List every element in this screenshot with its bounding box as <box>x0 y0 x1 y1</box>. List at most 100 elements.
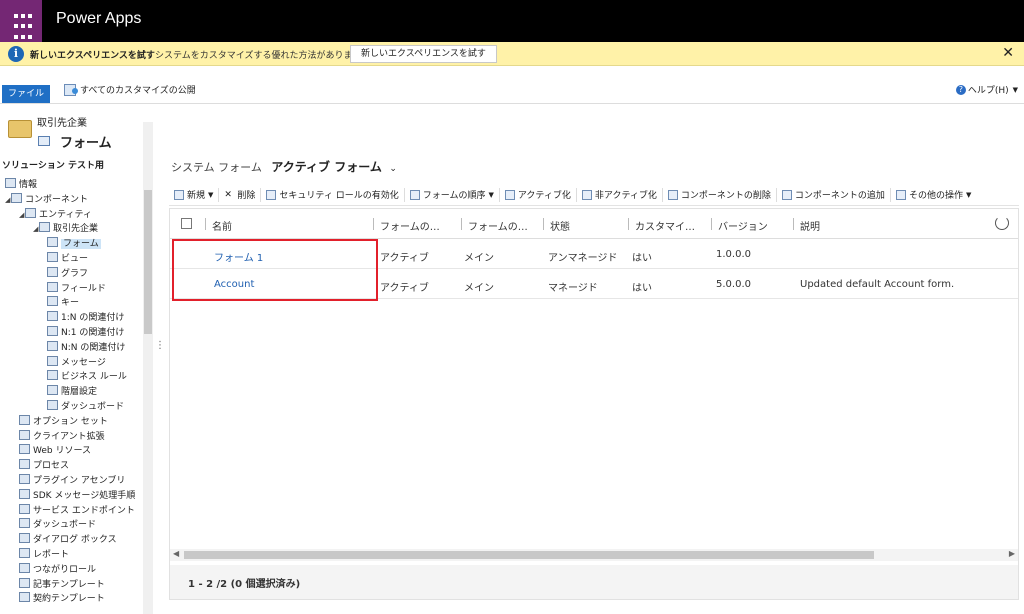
cell-form-type: アクティブ <box>380 253 429 264</box>
tree-item-icon <box>47 311 58 322</box>
scroll-left-icon[interactable]: ◀ <box>173 549 179 558</box>
column-header-version[interactable]: バージョン <box>718 218 768 233</box>
tree-item[interactable]: フィールド <box>0 281 142 297</box>
select-all-checkbox[interactable] <box>181 218 192 229</box>
tree-item-label: フィールド <box>61 283 106 294</box>
column-header-form-kind[interactable]: フォームの… <box>468 218 528 233</box>
tree-item-label: キー <box>61 298 80 309</box>
tree-item-label: 階層設定 <box>61 387 98 398</box>
enable-security-roles-button[interactable]: セキュリティ ロールの有効化 <box>261 187 405 202</box>
tree-item-label: プラグイン アセンブリ <box>33 475 126 486</box>
column-separator[interactable] <box>543 218 544 230</box>
column-separator[interactable] <box>628 218 629 230</box>
delete-button[interactable]: ✕ 削除 <box>219 187 262 202</box>
tree-item[interactable]: 階層設定 <box>0 385 142 400</box>
tree-item[interactable]: ビュー <box>0 251 142 267</box>
column-separator[interactable] <box>793 218 794 230</box>
tree-item[interactable]: ◢ エンティティ <box>0 207 142 223</box>
horizontal-scrollbar-thumb[interactable] <box>184 551 874 559</box>
column-separator[interactable] <box>461 218 462 230</box>
waffle-menu-icon[interactable] <box>0 0 42 42</box>
tree-item-icon <box>19 547 30 558</box>
tree-item[interactable]: ◢ コンポーネント <box>0 192 142 208</box>
tree-item-icon <box>47 370 58 381</box>
more-actions-button[interactable]: その他の操作 ▼ <box>891 188 976 202</box>
column-header-state[interactable]: 状態 <box>550 218 570 233</box>
new-button[interactable]: 新規 ▼ <box>169 187 220 202</box>
tree-item-icon <box>47 296 58 307</box>
tree-item[interactable]: メッセージ <box>0 355 142 371</box>
tree-item[interactable]: ビジネス ルール <box>0 370 142 385</box>
tree-item-label: ビジネス ルール <box>61 372 127 383</box>
form-order-button[interactable]: フォームの順序 ▼ <box>405 187 500 202</box>
tree-item[interactable]: ◢ 取引先企業 <box>0 222 142 237</box>
activate-button[interactable]: アクティブ化 <box>500 187 577 202</box>
main-content: システム フォーム アクティブ フォーム ⌄ 新規 ▼ ✕ 削除 セキュリティ ロールの… <box>165 104 1019 614</box>
activate-icon <box>504 189 515 200</box>
more-actions-icon <box>895 189 906 200</box>
forms-grid: 名前 フォームの… フォームの… 状態 カスタマイ… バージョン 説明 フォーム 1 アクティ… <box>169 208 1019 600</box>
column-header-name[interactable]: 名前 <box>212 218 232 233</box>
tree-item-icon <box>19 503 30 514</box>
column-header-description[interactable]: 説明 <box>800 218 820 233</box>
column-header-form-type[interactable]: フォームの… <box>380 218 440 233</box>
add-component-button[interactable]: コンポーネントの追加 <box>777 187 891 202</box>
column-header-customizable[interactable]: カスタマイ… <box>635 218 695 233</box>
tree-item[interactable]: オプション セット <box>0 414 142 430</box>
cell-description: Updated default Account form. <box>800 279 955 290</box>
tree-item[interactable]: N:N の関連付け <box>0 340 142 356</box>
tree-item[interactable]: ダッシュボード <box>0 399 142 415</box>
column-separator[interactable] <box>711 218 712 230</box>
tree-item[interactable]: フォーム <box>0 237 142 252</box>
publish-label: すべてのカスタマイズの公開 <box>80 86 196 96</box>
tree-item-label: 取引先企業 <box>53 224 99 235</box>
tree-item[interactable]: Web リソース <box>0 444 142 459</box>
try-new-experience-button[interactable]: 新しいエクスペリエンスを試す <box>350 45 497 63</box>
tree-item-label: プロセス <box>33 461 70 472</box>
tree-item[interactable]: クライアント拡張 <box>0 429 142 445</box>
highlight-box <box>172 239 378 301</box>
tree-item-label: N:1 の関連付け <box>61 327 125 338</box>
form-order-icon <box>409 189 420 200</box>
tree-item[interactable]: 契約テンプレート <box>0 592 142 607</box>
column-separator[interactable] <box>205 218 206 230</box>
tree-item[interactable]: 情報 <box>0 178 142 193</box>
publish-all-button[interactable]: すべてのカスタマイズの公開 <box>64 83 196 96</box>
tree-item[interactable]: ダッシュボード <box>0 518 142 533</box>
notice-text: システムをカスタマイズする優れた方法があります <box>155 51 362 61</box>
nav-scrollbar[interactable] <box>143 122 153 614</box>
tree-item-icon <box>47 355 58 366</box>
active-view-label: アクティブ フォーム <box>271 160 382 174</box>
tree-item[interactable]: 記事テンプレート <box>0 577 142 593</box>
component-tree: 情報 ◢ コンポーネント ◢ エンティティ ◢ 取引先企業 フォーム ビュー グラフ フィールドキー… <box>0 178 142 607</box>
tree-item-label: 記事テンプレート <box>33 579 105 590</box>
tree-item[interactable]: サービス エンドポイント <box>0 503 142 519</box>
horizontal-scrollbar[interactable]: ◀ ▶ <box>170 549 1018 561</box>
file-tab[interactable]: ファイル <box>2 85 50 103</box>
pane-splitter[interactable]: ⋮ <box>155 340 165 351</box>
view-selector[interactable]: システム フォーム アクティブ フォーム ⌄ <box>171 158 397 175</box>
tree-item[interactable]: キー <box>0 296 142 311</box>
close-icon[interactable]: ✕ <box>1002 45 1014 61</box>
tree-item[interactable]: N:1 の関連付け <box>0 325 142 341</box>
tree-item[interactable]: レポート <box>0 547 142 563</box>
tree-item[interactable]: 1:N の関連付け <box>0 311 142 326</box>
tree-item[interactable]: つながりロール <box>0 562 142 578</box>
deactivate-button[interactable]: 非アクティブ化 <box>577 187 663 202</box>
ribbon: ファイル すべてのカスタマイズの公開 ? ヘルプ(H) ▼ <box>0 66 1024 104</box>
tree-item[interactable]: プラグイン アセンブリ <box>0 473 142 489</box>
column-separator[interactable] <box>373 218 374 230</box>
scroll-right-icon[interactable]: ▶ <box>1009 549 1015 558</box>
left-navigation: 取引先企業 フォーム ソリューション テスト用 情報 ◢ コンポーネント ◢ エンティテ… <box>0 104 155 614</box>
tree-item[interactable]: ダイアログ ボックス <box>0 533 142 548</box>
tree-item-label: つながりロール <box>33 564 97 575</box>
form-icon <box>38 136 50 146</box>
nav-scrollbar-thumb[interactable] <box>144 190 152 334</box>
app-header: Power Apps <box>0 0 1024 42</box>
tree-item[interactable]: プロセス <box>0 459 142 474</box>
tree-item[interactable]: SDK メッセージ処理手順 <box>0 488 142 504</box>
remove-component-button[interactable]: コンポーネントの削除 <box>663 187 777 202</box>
help-button[interactable]: ? ヘルプ(H) ▼ <box>955 83 1018 96</box>
tree-item[interactable]: グラフ <box>0 266 142 282</box>
refresh-icon[interactable] <box>995 216 1009 230</box>
